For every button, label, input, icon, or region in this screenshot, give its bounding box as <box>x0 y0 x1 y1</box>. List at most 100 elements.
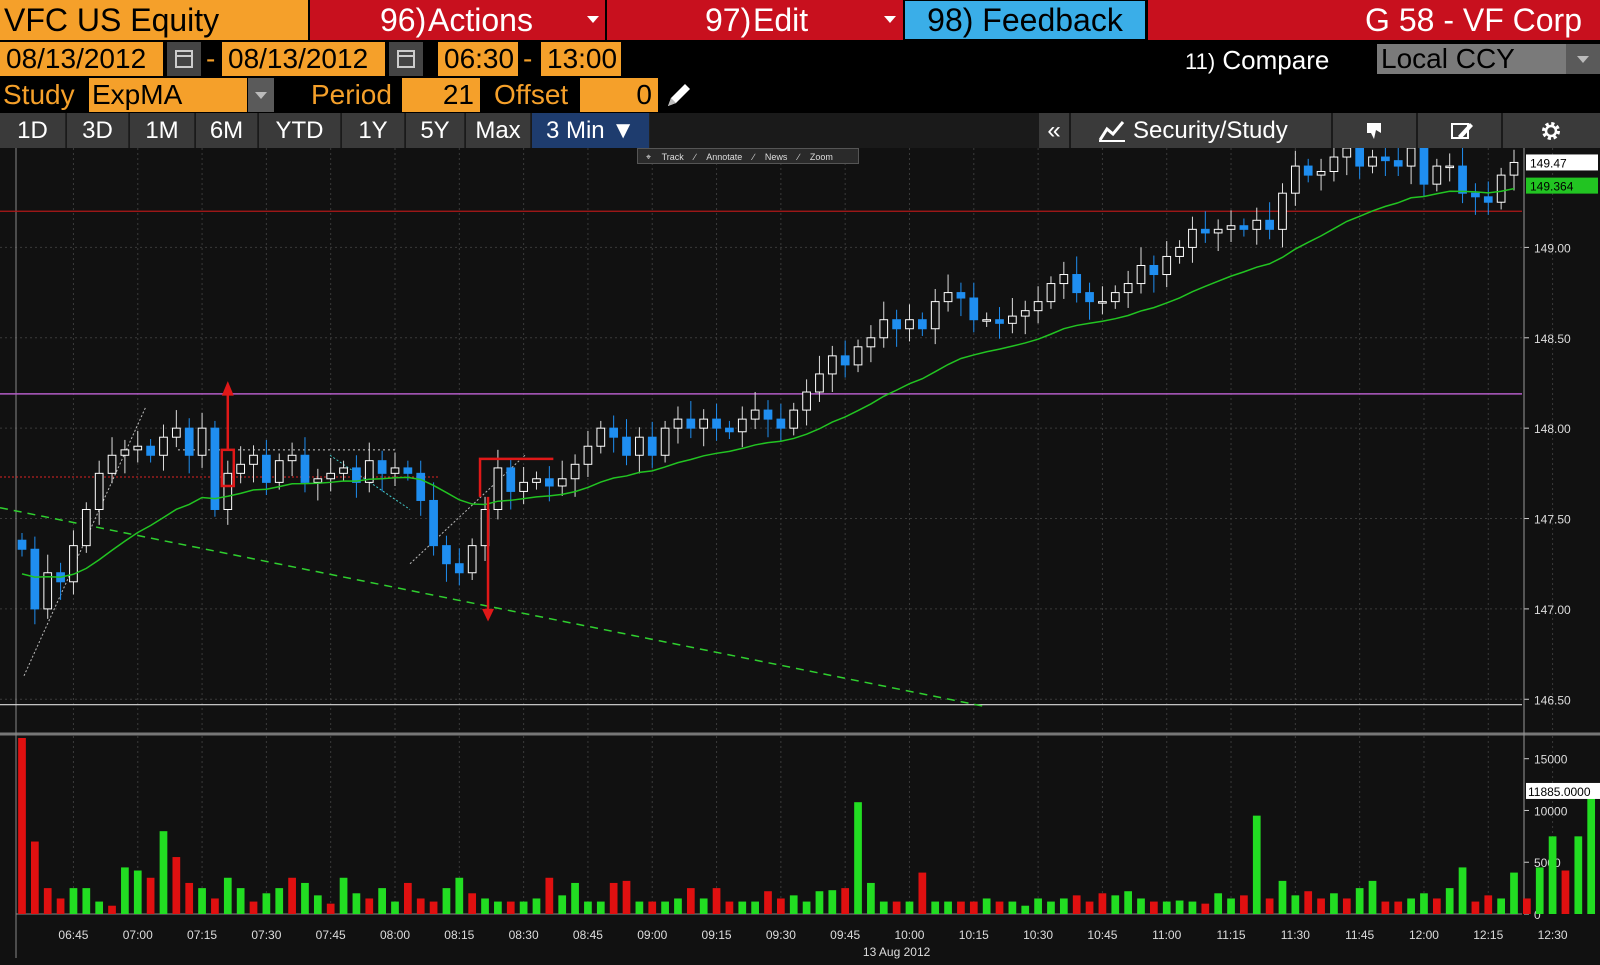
volume-bar <box>1175 900 1184 914</box>
end-calendar-button[interactable] <box>389 42 423 76</box>
volume-bar <box>532 898 541 914</box>
candle-body <box>81 508 91 547</box>
volume-bar <box>1445 888 1454 914</box>
pencil-edit-icon[interactable] <box>664 80 694 110</box>
volume-bar <box>905 901 914 914</box>
ticker-field[interactable]: VFC US Equity <box>0 0 308 40</box>
x-tick-label: 12:30 <box>1538 928 1568 942</box>
candle-body <box>789 409 799 429</box>
volume-bar <box>249 901 258 914</box>
feedback-label: Feedback <box>982 2 1123 38</box>
feedback-button[interactable]: 98) Feedback <box>905 1 1145 39</box>
end-date-field[interactable]: 08/13/2012 <box>222 42 385 76</box>
volume-bar <box>1188 901 1197 914</box>
range-button-1d[interactable]: 1D <box>0 113 66 148</box>
candle-body <box>544 478 554 487</box>
range-button-max[interactable]: Max <box>466 113 531 148</box>
volume-bar <box>108 905 116 914</box>
candle-body <box>171 427 181 438</box>
candle-body <box>1458 165 1467 194</box>
chevron-down-icon <box>884 16 896 23</box>
track-tool[interactable]: ⌖ Track <box>646 149 684 165</box>
study-dropdown-button[interactable] <box>248 78 274 112</box>
volume-bar <box>223 877 232 914</box>
volume-bar <box>288 877 296 914</box>
candle-body <box>725 427 734 433</box>
volume-bar <box>764 891 772 914</box>
candle-body <box>30 548 40 610</box>
volume-bar <box>1085 901 1094 914</box>
candle-body <box>262 454 271 483</box>
annotate-button[interactable] <box>1418 113 1501 148</box>
date-label: 13 Aug 2012 <box>863 945 931 959</box>
start-calendar-button[interactable] <box>167 42 201 76</box>
volume-bar <box>596 901 605 914</box>
x-tick-label: 10:45 <box>1087 928 1117 942</box>
bookmark-button[interactable] <box>1333 113 1416 148</box>
candle-body <box>1059 274 1069 285</box>
candle-body <box>249 454 258 465</box>
volume-bar <box>944 901 952 914</box>
candle-body <box>1406 148 1416 167</box>
collapse-button[interactable]: « <box>1039 113 1069 148</box>
end-time-field[interactable]: 13:00 <box>541 42 621 76</box>
candle-body <box>1342 148 1352 158</box>
edit-label: Edit <box>753 2 809 38</box>
volume-bar <box>1162 901 1171 914</box>
security-study-button[interactable]: Security/Study <box>1071 113 1331 148</box>
candle-body <box>1175 246 1184 257</box>
volume-bar <box>918 872 927 914</box>
candle-body <box>1085 292 1094 303</box>
candle-body <box>1200 228 1210 234</box>
settings-button[interactable] <box>1503 113 1600 148</box>
offset-field[interactable]: 0 <box>580 78 658 112</box>
annotate-tool[interactable]: ∕ Annotate <box>694 149 742 165</box>
volume-bar <box>159 831 168 914</box>
volume-bar <box>571 882 579 914</box>
candle-body <box>1419 148 1429 185</box>
candle-body <box>917 319 927 330</box>
candle-body <box>686 418 696 429</box>
candle-body <box>1020 310 1030 317</box>
chevron-down-icon <box>1577 56 1589 63</box>
flag-icon <box>1367 123 1381 139</box>
range-button-1m[interactable]: 1M <box>130 113 195 148</box>
range-button-6m[interactable]: 6M <box>196 113 258 148</box>
start-time-field[interactable]: 06:30 <box>438 42 518 76</box>
candle-body <box>313 478 323 483</box>
price-panel-bg <box>0 148 1600 733</box>
volume-bar <box>1587 790 1596 914</box>
x-tick-label: 09:15 <box>702 928 732 942</box>
ema-label: 149.364 <box>1530 180 1574 194</box>
candle-body <box>159 436 168 456</box>
volume-bar <box>18 738 26 914</box>
range-button-ytd[interactable]: YTD <box>259 113 341 148</box>
candle-body <box>673 418 683 429</box>
volume-bar <box>133 870 142 914</box>
volume-bar <box>455 877 464 914</box>
edit-num: 97) <box>705 2 752 38</box>
actions-menu[interactable]: 96) Actions <box>310 0 605 40</box>
period-field[interactable]: 21 <box>402 78 480 112</box>
zoom-tool[interactable]: ∕ Zoom <box>798 149 833 165</box>
candle-body <box>763 409 773 420</box>
compare-button[interactable]: 11) Compare <box>1185 42 1329 80</box>
candle-body <box>622 436 631 456</box>
range-button-5y[interactable]: 5Y <box>406 113 465 148</box>
edit-menu[interactable]: 97) Edit <box>607 0 903 40</box>
interval-dropdown[interactable]: 3 Min ▼ <box>532 113 650 148</box>
news-tool[interactable]: ∕ News <box>753 149 788 165</box>
currency-select[interactable]: Local CCY <box>1377 44 1571 74</box>
chevron-down-icon <box>255 92 267 99</box>
calendar-icon <box>175 50 193 68</box>
x-tick-label: 07:30 <box>251 928 281 942</box>
volume-bar <box>31 841 39 914</box>
study-field[interactable]: ExpMA <box>89 78 247 112</box>
start-date-field[interactable]: 08/13/2012 <box>0 42 163 76</box>
volume-bar <box>236 888 245 914</box>
volume-bar <box>712 888 721 914</box>
currency-dropdown-button[interactable] <box>1566 44 1600 74</box>
range-button-3d[interactable]: 3D <box>67 113 129 148</box>
price-volume-chart[interactable]: 06:45 07:00 07:15 07:30 07:45 08:00 08:15 08:30… <box>0 148 1600 965</box>
range-button-1y[interactable]: 1Y <box>342 113 405 148</box>
